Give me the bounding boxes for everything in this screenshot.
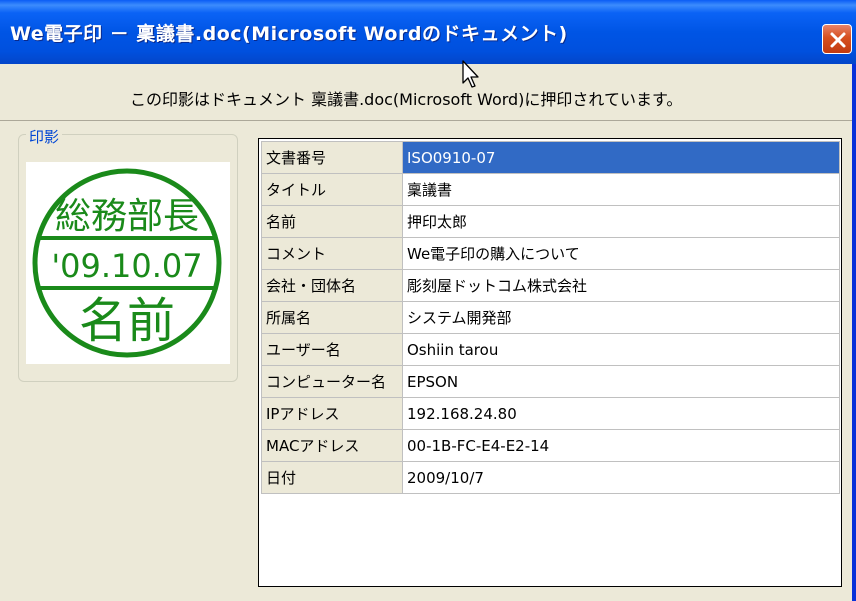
property-key: 所属名 xyxy=(261,301,403,334)
properties-table: 文書番号 ISO0910-07 タイトル 稟議書 名前 押印太郎 コメント We電子印の購入に… xyxy=(261,141,840,494)
property-row[interactable]: コンピューター名 EPSON xyxy=(261,365,840,398)
property-value: 192.168.24.80 xyxy=(402,397,840,430)
property-key: ユーザー名 xyxy=(261,333,403,366)
property-key: IPアドレス xyxy=(261,397,403,430)
property-row[interactable]: MACアドレス 00-1B-FC-E4-E2-14 xyxy=(261,429,840,462)
title-bar[interactable]: We電子印 － 稟議書.doc(Microsoft Wordのドキュメント) xyxy=(0,0,856,64)
property-row[interactable]: タイトル 稟議書 xyxy=(261,173,840,206)
property-row[interactable]: 会社・団体名 彫刻屋ドットコム株式会社 xyxy=(261,269,840,302)
properties-list[interactable]: 文書番号 ISO0910-07 タイトル 稟議書 名前 押印太郎 コメント We電子印の購入に… xyxy=(258,138,842,587)
property-key: タイトル xyxy=(261,173,403,206)
property-value: We電子印の購入について xyxy=(402,237,840,270)
stamp-image: 総務部長 '09.10.07 名前 xyxy=(26,162,230,364)
property-key: 文書番号 xyxy=(261,141,403,174)
stamp-group-label: 印影 xyxy=(26,126,63,147)
stamp-info-window: We電子印 － 稟議書.doc(Microsoft Wordのドキュメント) こ… xyxy=(0,0,856,601)
stamp-bottom-text: 名前 xyxy=(79,293,175,349)
mouse-pointer-icon xyxy=(462,60,484,94)
property-value: 押印太郎 xyxy=(402,205,840,238)
property-key: 会社・団体名 xyxy=(261,269,403,302)
property-key: MACアドレス xyxy=(261,429,403,462)
property-key: 名前 xyxy=(261,205,403,238)
property-value: ISO0910-07 xyxy=(402,141,840,174)
property-row[interactable]: 文書番号 ISO0910-07 xyxy=(261,141,840,174)
property-row[interactable]: 所属名 システム開発部 xyxy=(261,301,840,334)
property-key: 日付 xyxy=(261,461,403,494)
property-value: EPSON xyxy=(402,365,840,398)
property-row[interactable]: ユーザー名 Oshiin tarou xyxy=(261,333,840,366)
window-title: We電子印 － 稟議書.doc(Microsoft Wordのドキュメント) xyxy=(10,23,568,45)
info-message: この印影はドキュメント 稟議書.doc(Microsoft Word)に押印され… xyxy=(130,90,683,109)
close-icon xyxy=(830,32,846,48)
property-row[interactable]: コメント We電子印の購入について xyxy=(261,237,840,270)
info-bar: この印影はドキュメント 稟議書.doc(Microsoft Word)に押印され… xyxy=(0,64,852,121)
property-value: 彫刻屋ドットコム株式会社 xyxy=(402,269,840,302)
close-button[interactable] xyxy=(822,24,852,54)
property-key: コンピューター名 xyxy=(261,365,403,398)
property-row[interactable]: 名前 押印太郎 xyxy=(261,205,840,238)
property-row[interactable]: IPアドレス 192.168.24.80 xyxy=(261,397,840,430)
stamp-date-text: '09.10.07 xyxy=(51,247,202,285)
property-value: システム開発部 xyxy=(402,301,840,334)
property-value: 稟議書 xyxy=(402,173,840,206)
stamp-top-text: 総務部長 xyxy=(55,196,199,237)
property-key: コメント xyxy=(261,237,403,270)
property-value: 00-1B-FC-E4-E2-14 xyxy=(402,429,840,462)
property-row[interactable]: 日付 2009/10/7 xyxy=(261,461,840,494)
property-value: 2009/10/7 xyxy=(402,461,840,494)
property-value: Oshiin tarou xyxy=(402,333,840,366)
